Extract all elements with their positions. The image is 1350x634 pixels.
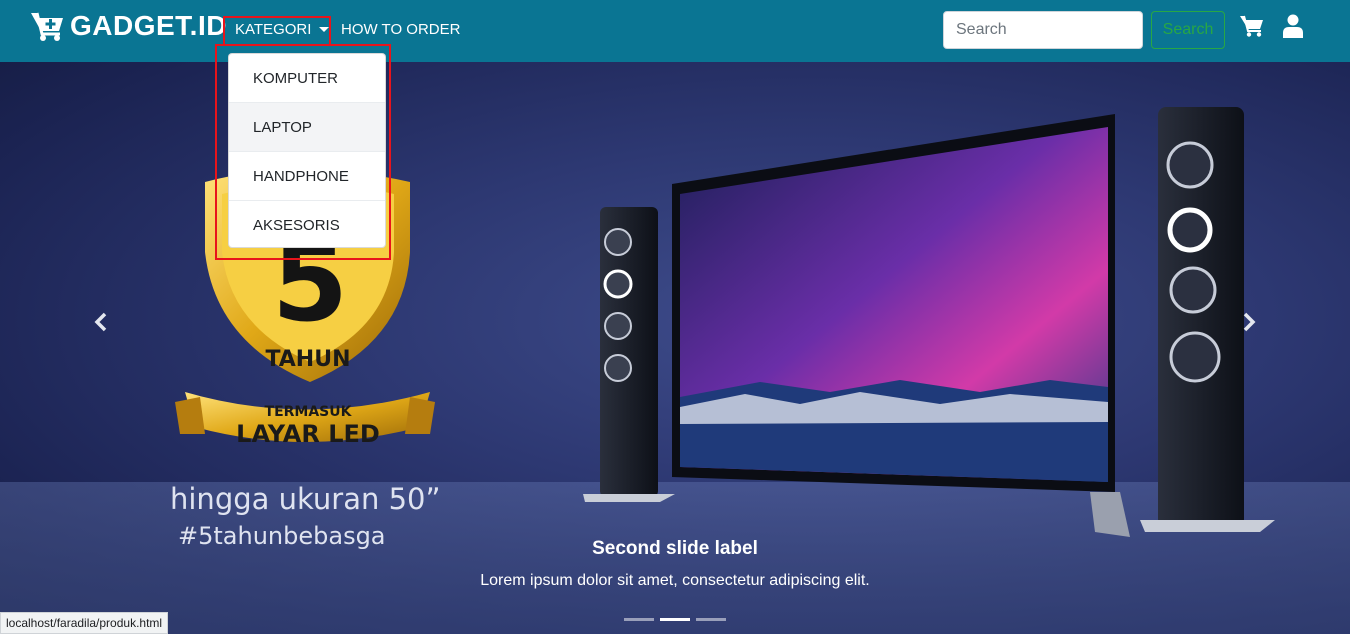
brand-link[interactable]: GADGET.ID	[30, 10, 227, 42]
chevron-left-icon[interactable]	[90, 310, 114, 334]
hero-carousel: 5 TAHUN TERMASUK LAYAR LED hingga ukuran…	[0, 62, 1350, 634]
shopping-cart-icon[interactable]	[1240, 15, 1264, 37]
ribbon-top-text: TERMASUK	[265, 404, 353, 420]
carousel-indicator-2[interactable]	[660, 618, 690, 621]
nav-kategori-toggle[interactable]: KATEGORI	[235, 21, 330, 38]
chevron-right-icon[interactable]	[1236, 310, 1260, 334]
nav-how-to-order[interactable]: HOW TO ORDER	[341, 21, 460, 38]
dropdown-item-komputer[interactable]: KOMPUTER	[229, 54, 385, 103]
carousel-indicators	[624, 618, 726, 621]
caption-text: Lorem ipsum dolor sit amet, consectetur …	[480, 572, 870, 589]
caret-down-icon	[319, 27, 330, 32]
badge-word: TAHUN	[265, 347, 350, 372]
search-button[interactable]: Search	[1151, 11, 1225, 49]
promo-text-size: hingga ukuran 50”	[170, 482, 441, 516]
dropdown-item-laptop[interactable]: LAPTOP	[229, 103, 385, 152]
brand-name: GADGET.ID	[70, 10, 227, 41]
kategori-dropdown-menu: KOMPUTER LAPTOP HANDPHONE AKSESORIS	[228, 53, 386, 248]
navbar: GADGET.ID KATEGORI HOW TO ORDER Search	[0, 0, 1350, 62]
nav-kategori-label: KATEGORI	[235, 21, 312, 38]
carousel-indicator-3[interactable]	[696, 618, 726, 621]
dropdown-item-handphone[interactable]: HANDPHONE	[229, 152, 385, 201]
ribbon-main-text: LAYAR LED	[236, 420, 380, 448]
carousel-indicator-1[interactable]	[624, 618, 654, 621]
search-input[interactable]	[943, 11, 1143, 49]
caption-title: Second slide label	[592, 538, 758, 559]
dropdown-item-aksesoris[interactable]: AKSESORIS	[229, 201, 385, 250]
cart-plus-icon	[31, 12, 63, 41]
user-icon[interactable]	[1283, 14, 1303, 38]
status-bar-url: localhost/faradila/produk.html	[0, 612, 169, 634]
